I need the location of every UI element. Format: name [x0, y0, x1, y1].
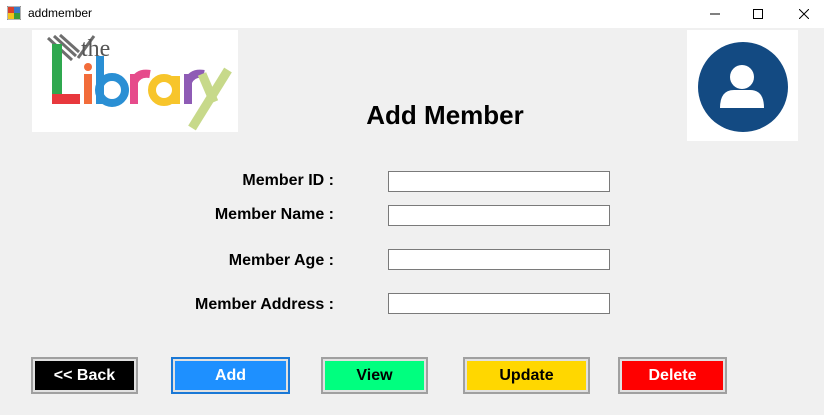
view-button[interactable]: View: [321, 357, 428, 394]
delete-button[interactable]: Delete: [618, 357, 727, 394]
logo-letter-a-stem: [172, 76, 180, 104]
delete-button-label: Delete: [622, 361, 723, 390]
member-id-input[interactable]: [388, 171, 610, 192]
library-logo-graphic: the: [46, 33, 232, 131]
logo-letter-i: [84, 74, 92, 104]
member-avatar-box: [687, 30, 798, 141]
window-titlebar: addmember: [0, 0, 824, 28]
app-form-icon: [7, 6, 21, 20]
maximize-icon: [753, 9, 763, 19]
minimize-button[interactable]: [692, 0, 738, 28]
update-button[interactable]: Update: [463, 357, 590, 394]
logo-letter-b-bowl: [95, 73, 129, 107]
view-button-label: View: [325, 361, 424, 390]
back-button[interactable]: << Back: [31, 357, 138, 394]
member-address-input[interactable]: [388, 293, 610, 314]
logo-word-the: the: [81, 36, 110, 62]
member-age-input[interactable]: [388, 249, 610, 270]
member-id-label: Member ID :: [242, 172, 334, 189]
logo-letter-r-arm: [130, 69, 151, 84]
logo-letter-y-right: [188, 67, 232, 131]
member-name-label: Member Name :: [214, 206, 334, 223]
member-age-label: Member Age :: [228, 252, 334, 269]
user-avatar-icon: [698, 42, 788, 132]
member-address-label: Member Address :: [195, 296, 334, 313]
window-title: addmember: [28, 6, 93, 20]
library-logo: the: [32, 30, 238, 132]
logo-letter-i-dot: [84, 63, 92, 71]
minimize-icon: [710, 13, 720, 15]
add-button-label: Add: [175, 361, 286, 390]
maximize-button[interactable]: [735, 0, 781, 28]
page-title: Add Member: [366, 100, 524, 130]
close-icon: [799, 9, 809, 19]
logo-letter-L-base: [52, 94, 80, 104]
close-button[interactable]: [781, 0, 824, 28]
back-button-label: << Back: [35, 361, 134, 390]
add-button[interactable]: Add: [171, 357, 290, 394]
update-button-label: Update: [467, 361, 586, 390]
member-name-input[interactable]: [388, 205, 610, 226]
